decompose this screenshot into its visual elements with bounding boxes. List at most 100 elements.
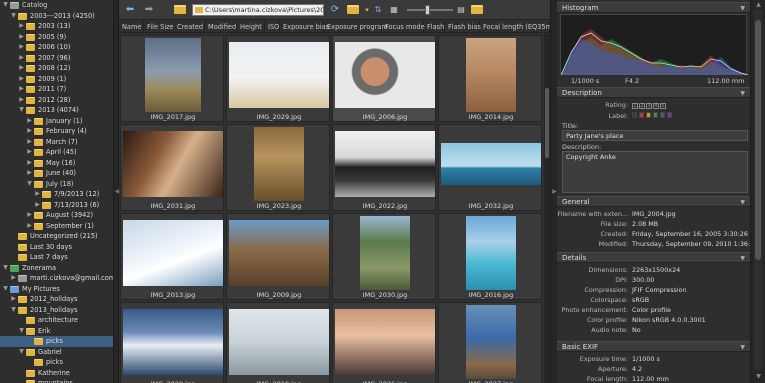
histogram-header[interactable]: Histogram ▼	[557, 2, 750, 13]
thumbnail-item[interactable]: IMG_2031.jpg	[120, 124, 224, 211]
thumbnail-item[interactable]: IMG_2009.jpg	[226, 213, 330, 300]
tree-item[interactable]: architecture	[0, 315, 113, 326]
tree-item-catalog[interactable]: ▼ Catalog	[0, 0, 113, 11]
chevron-down-icon[interactable]: ▼	[2, 284, 9, 295]
chevron-right-icon[interactable]: ▶	[26, 147, 33, 158]
chevron-down-icon[interactable]: ▼	[740, 88, 745, 99]
chevron-down-icon[interactable]: ▼	[26, 179, 33, 190]
tree-item[interactable]: ▶ September (1)	[0, 221, 113, 232]
column-header[interactable]: Exposure bias	[280, 21, 329, 32]
label-color-swatch[interactable]	[646, 112, 651, 118]
tree-item[interactable]: ▼ 2013 (4074)	[0, 105, 113, 116]
details-header[interactable]: Details ▼	[557, 252, 750, 263]
thumbnail-image[interactable]	[335, 42, 435, 108]
view-mode-icon[interactable]: ▦	[387, 4, 401, 16]
path-input[interactable]: C:\Users\martina.cizkova\Pictures\2013_h	[192, 4, 324, 16]
tree-item[interactable]: picks	[0, 336, 113, 347]
tree-item[interactable]: Katherine	[0, 368, 113, 379]
thumbnail-item[interactable]: IMG_2013.jpg	[120, 213, 224, 300]
new-folder-icon[interactable]	[347, 5, 359, 14]
chevron-right-icon[interactable]: ▶	[18, 53, 25, 64]
label-color-swatch[interactable]	[667, 112, 672, 118]
thumbnail-item[interactable]: IMG_2032.jpg	[438, 124, 542, 211]
thumbnail-image[interactable]	[229, 42, 329, 108]
chevron-right-icon[interactable]: ▶	[18, 63, 25, 74]
thumbnail-image[interactable]	[254, 127, 304, 201]
label-color-swatch[interactable]	[660, 112, 665, 118]
tree-item[interactable]: ▶ 2012_holidays	[0, 294, 113, 305]
thumbnail-size-slider[interactable]	[407, 9, 453, 11]
right-panel-splitter[interactable]: ▶	[550, 0, 557, 383]
chevron-right-icon[interactable]: ▶	[26, 116, 33, 127]
chevron-right-icon[interactable]: ▶	[26, 210, 33, 221]
title-field[interactable]: Party Jane's place	[562, 130, 748, 141]
chevron-down-icon[interactable]: ▼	[740, 3, 745, 14]
thumbnail-item[interactable]: IMG_2030.jpg	[332, 213, 436, 300]
tree-item[interactable]: ▶ August (3942)	[0, 210, 113, 221]
description-field[interactable]: Copyright Anke	[562, 151, 748, 193]
chevron-down-icon[interactable]: ▼	[740, 253, 745, 264]
thumbnail-image[interactable]	[466, 216, 516, 290]
chevron-right-icon[interactable]: ▶	[26, 168, 33, 179]
column-header[interactable]: Exposure program	[324, 21, 388, 32]
tree-item[interactable]: mountains	[0, 378, 113, 383]
chevron-right-icon[interactable]: ▶	[26, 126, 33, 137]
tree-item[interactable]: ▶ 2006 (10)	[0, 42, 113, 53]
column-header[interactable]: Created	[174, 21, 205, 32]
label-color-swatches[interactable]	[632, 111, 674, 121]
sort-icon[interactable]: ⇅	[373, 4, 383, 16]
chevron-right-icon[interactable]: ▶	[26, 221, 33, 232]
tree-item[interactable]: ▶ marti.cizkova@gmail.com	[0, 273, 113, 284]
chevron-down-icon[interactable]: ▼	[740, 342, 745, 353]
refresh-icon[interactable]: ⟳	[329, 4, 341, 16]
thumbnail-item[interactable]: IMG_2026.jpg	[332, 302, 436, 383]
filter-icon[interactable]: ▾	[363, 4, 371, 16]
thumbnail-image[interactable]	[335, 131, 435, 197]
chevron-down-icon[interactable]: ▼	[18, 105, 25, 116]
label-color-swatch[interactable]	[653, 112, 658, 118]
thumbnail-image[interactable]	[335, 309, 435, 375]
thumbnail-item[interactable]: IMG_2016.jpg	[438, 213, 542, 300]
column-header[interactable]: Flash	[424, 21, 445, 32]
column-header[interactable]: ISO	[265, 21, 280, 32]
scroll-down-icon[interactable]: ▼	[751, 373, 765, 380]
tree-item[interactable]: ▶ March (7)	[0, 137, 113, 148]
tree-item[interactable]: Last 30 days	[0, 242, 113, 253]
column-header[interactable]: Height	[237, 21, 265, 32]
right-scrollbar[interactable]: ▲ ▼	[750, 0, 765, 383]
chevron-down-icon[interactable]: ▼	[10, 305, 17, 316]
column-header[interactable]: Focus mode	[382, 21, 425, 32]
thumbnail-item[interactable]: IMG_2019.jpg	[226, 302, 330, 383]
tree-item[interactable]: ▶ 2007 (96)	[0, 53, 113, 64]
scroll-up-icon[interactable]: ▲	[751, 1, 765, 8]
tree-item[interactable]: ▶ 2008 (12)	[0, 63, 113, 74]
forward-arrow-icon[interactable]: ➡	[141, 4, 157, 16]
thumbnail-image[interactable]	[123, 220, 223, 286]
thumbnail-item[interactable]: IMG_2023.jpg	[226, 124, 330, 211]
star-icon[interactable]: 3	[646, 103, 652, 109]
thumbnail-image[interactable]	[360, 216, 410, 290]
rating-stars[interactable]: 12345	[632, 100, 667, 110]
tree-item[interactable]: ▶ 7/13/2013 (6)	[0, 200, 113, 211]
tree-item[interactable]: ▼ 2013_holidays	[0, 305, 113, 316]
column-header[interactable]: Focal length (EQ35m	[480, 21, 550, 32]
tree-item[interactable]: ▶ April (45)	[0, 147, 113, 158]
tree-item[interactable]: ▶ January (1)	[0, 116, 113, 127]
star-icon[interactable]: 5	[660, 103, 666, 109]
back-arrow-icon[interactable]: ⬅	[122, 4, 138, 16]
tree-item[interactable]: Uncategorized (215)	[0, 231, 113, 242]
star-icon[interactable]: 1	[632, 103, 638, 109]
thumbnail-size-knob[interactable]	[425, 5, 430, 15]
chevron-down-icon[interactable]: ▼	[2, 0, 9, 11]
scrollbar-thumb[interactable]	[545, 88, 549, 158]
chevron-right-icon[interactable]: ▶	[18, 84, 25, 95]
chevron-right-icon[interactable]: ▶	[34, 200, 41, 211]
thumbnail-image[interactable]	[229, 220, 329, 286]
tree-item[interactable]: ▶ June (40)	[0, 168, 113, 179]
label-color-swatch[interactable]	[632, 112, 637, 118]
thumbnail-image[interactable]	[441, 143, 541, 185]
chevron-right-icon[interactable]: ▶	[18, 42, 25, 53]
chevron-right-icon[interactable]: ▶	[10, 294, 17, 305]
thumbnail-image[interactable]	[466, 38, 516, 112]
chevron-right-icon[interactable]: ▶	[34, 189, 41, 200]
